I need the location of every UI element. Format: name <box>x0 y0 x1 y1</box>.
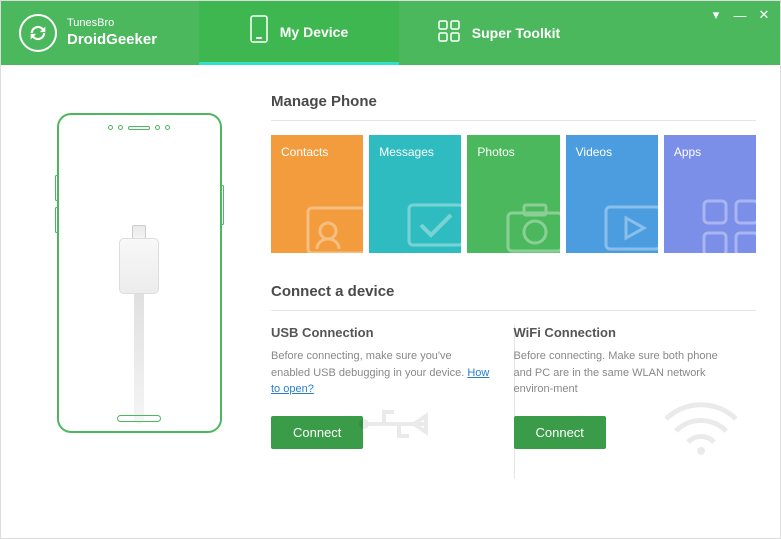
title-bar: TunesBro DroidGeeker My Device Super Too… <box>1 1 780 65</box>
android-refresh-icon <box>27 22 49 44</box>
manage-tiles: Contacts Messages Photos Videos Apps <box>271 135 756 253</box>
tab-label: My Device <box>280 24 348 40</box>
brand-name-small: TunesBro <box>67 17 157 30</box>
tab-my-device[interactable]: My Device <box>199 1 399 65</box>
connect-device-title: Connect a device <box>271 283 756 300</box>
phone-icon <box>250 15 268 48</box>
brand-name-big: DroidGeeker <box>67 31 157 49</box>
contact-card-icon <box>303 193 363 253</box>
divider <box>271 120 756 121</box>
main-content: Manage Phone Contacts Messages Photos Vi… <box>1 65 780 538</box>
apps-grid-icon <box>696 193 756 253</box>
video-play-icon <box>598 193 658 253</box>
tab-label: Super Toolkit <box>472 25 560 41</box>
connect-options: USB Connection Before connecting, make s… <box>271 325 756 449</box>
manage-phone-title: Manage Phone <box>271 93 756 110</box>
usb-title: USB Connection <box>271 325 490 340</box>
device-preview-column <box>25 93 253 518</box>
usb-icon <box>354 389 444 459</box>
camera-icon <box>500 193 560 253</box>
usb-connect-button[interactable]: Connect <box>271 416 363 449</box>
tile-apps[interactable]: Apps <box>664 135 756 253</box>
wifi-connect-button[interactable]: Connect <box>514 416 606 449</box>
grid-icon <box>438 20 460 47</box>
close-icon[interactable]: ✕ <box>756 7 772 23</box>
wifi-title: WiFi Connection <box>514 325 733 340</box>
brand-logo: TunesBro DroidGeeker <box>1 14 199 52</box>
logo-icon <box>19 14 57 52</box>
usb-connection-panel: USB Connection Before connecting, make s… <box>271 325 514 449</box>
tile-contacts[interactable]: Contacts <box>271 135 363 253</box>
tile-photos[interactable]: Photos <box>467 135 559 253</box>
divider <box>271 310 756 311</box>
menu-dropdown-icon[interactable]: ▾ <box>708 7 724 23</box>
usb-cable-icon <box>119 225 159 424</box>
wifi-icon <box>656 389 746 459</box>
phone-illustration <box>57 113 222 433</box>
tile-messages[interactable]: Messages <box>369 135 461 253</box>
message-check-icon <box>401 193 461 253</box>
minimize-icon[interactable]: — <box>732 7 748 23</box>
tile-videos[interactable]: Videos <box>566 135 658 253</box>
tab-super-toolkit[interactable]: Super Toolkit <box>399 1 599 65</box>
wifi-connection-panel: WiFi Connection Before connecting. Make … <box>514 325 757 449</box>
